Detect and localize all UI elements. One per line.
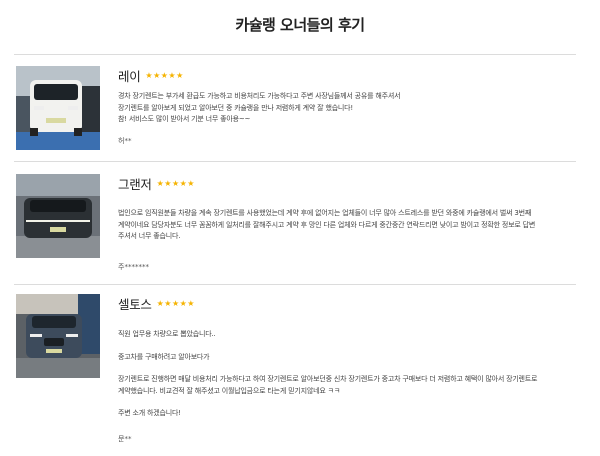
page-title: 카슐랭 오너들의 후기 (235, 16, 365, 34)
review-line: 계약했습니다. 비교견적 잘 해주셨고 이월납입금으로 타는게 믿기지않네요 ㅋ… (118, 386, 341, 395)
review-author: 문** (118, 435, 132, 443)
review-line: 직원 업무용 차량으로 뽑았습니다.. (118, 330, 216, 338)
review-text: 직원 업무용 차량으로 뽑았습니다.. 중고차를 구매하려고 알아보다가 장기렌… (118, 329, 582, 420)
review-photo-ray (16, 66, 100, 150)
review-header: 그랜저 ★★★★★ (118, 174, 195, 193)
review-photo-seltos (16, 294, 100, 378)
car-name: 레이 (118, 69, 141, 84)
review-line: 경차 장기렌트는 부가세 환급도 가능하고 비용처리도 가능하다고 주변 사장님… (118, 92, 401, 100)
review-line: 법인으로 임직원분들 차량을 계속 장기렌트를 사용했었는데 계약 후에 없어지… (118, 209, 532, 217)
divider (14, 161, 576, 162)
review-author: 허** (118, 137, 132, 145)
review-line: 장기렌트를 알아보게 되었고 알아보던 중 카슐랭을 만나 저렴하게 계약 잘 … (118, 103, 354, 112)
review-author: 주******* (118, 263, 149, 271)
divider (14, 284, 576, 285)
review-header: 레이 ★★★★★ (118, 66, 184, 85)
car-name: 셀토스 (118, 297, 152, 312)
review-header: 셀토스 ★★★★★ (118, 294, 195, 313)
review-line: 주셔서 너무 좋습니다. (118, 232, 181, 240)
divider (14, 54, 576, 55)
car-name: 그랜저 (118, 177, 152, 192)
star-rating: ★★★★★ (145, 71, 184, 80)
review-line: 장기렌트로 진행하면 매달 비용처리 가능하다고 하여 장기렌트로 알아보던중 … (118, 375, 538, 383)
review-line: 중고차를 구매하려고 알아보다가 (118, 352, 210, 361)
star-rating: ★★★★★ (156, 179, 195, 188)
review-line: 주변 소개 하겠습니다! (118, 409, 181, 417)
review-text: 법인으로 임직원분들 차량을 계속 장기렌트를 사용했었는데 계약 후에 없어지… (118, 208, 582, 243)
review-photo-grandeur (16, 174, 100, 258)
review-text: 경차 장기렌트는 부가세 환급도 가능하고 비용처리도 가능하다고 주변 사장님… (118, 91, 582, 126)
review-line: 계약이네요 담당자분도 너무 꼼꼼하게 일처리를 잘해주시고 계약 후 망인 다… (118, 220, 536, 229)
star-rating: ★★★★★ (156, 299, 195, 308)
review-line: 참! 서비스도 많이 받아서 기분 너무 좋아용~~ (118, 115, 251, 123)
